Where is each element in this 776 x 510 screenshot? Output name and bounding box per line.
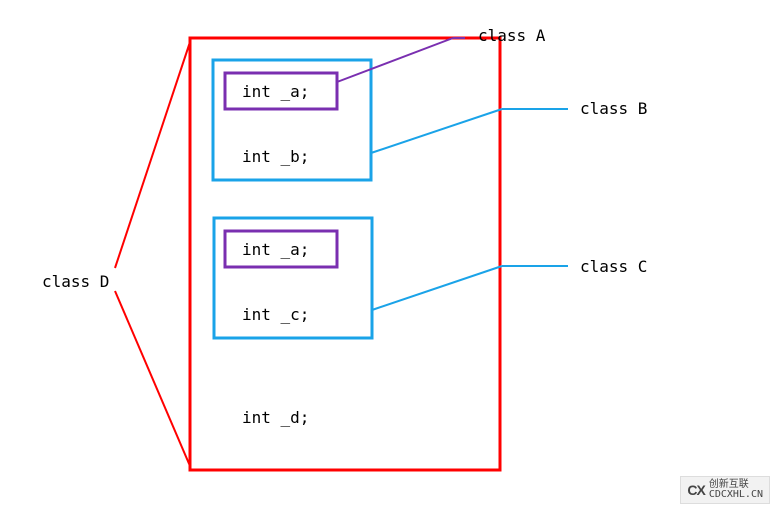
- class-b-pointer-1: [371, 109, 502, 153]
- member-b: int _b;: [242, 147, 309, 166]
- watermark-line2: CDCXHL.CN: [709, 489, 763, 500]
- member-c: int _c;: [242, 305, 309, 324]
- member-a-2: int _a;: [242, 240, 309, 259]
- class-d-box: [190, 38, 500, 470]
- class-d-line-top: [115, 42, 190, 268]
- class-c-pointer-1: [372, 266, 502, 310]
- label-class-a: class A: [478, 26, 545, 45]
- watermark-logo-icon: CX: [687, 482, 704, 498]
- label-class-d: class D: [42, 272, 109, 291]
- member-a-1: int _a;: [242, 82, 309, 101]
- watermark: CX 创新互联 CDCXHL.CN: [680, 476, 770, 504]
- member-d: int _d;: [242, 408, 309, 427]
- label-class-c: class C: [580, 257, 647, 276]
- class-d-line-bottom: [115, 291, 190, 466]
- label-class-b: class B: [580, 99, 647, 118]
